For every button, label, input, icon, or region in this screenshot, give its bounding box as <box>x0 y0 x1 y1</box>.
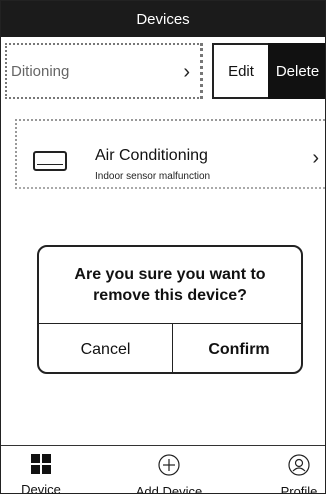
device-name: Air Conditioning <box>95 147 208 164</box>
edit-button[interactable]: Edit <box>212 43 268 99</box>
cancel-button[interactable]: Cancel <box>39 324 172 372</box>
chevron-right-icon: › <box>312 147 319 169</box>
dialog-message: Are you sure you want to remove this dev… <box>74 266 266 304</box>
grid-icon <box>31 454 51 474</box>
device-row-swiped[interactable]: Ditioning › <box>5 43 203 99</box>
nav-item-add-device[interactable]: Add Device <box>129 446 209 494</box>
device-row[interactable]: Air Conditioning Indoor sensor malfuncti… <box>15 119 325 189</box>
bottom-nav: Device Add Device Profile <box>1 445 325 494</box>
nav-item-device[interactable]: Device <box>11 446 71 494</box>
swiped-device-row: Ditioning › Edit Delete <box>1 43 325 99</box>
chevron-right-icon: › <box>183 61 190 83</box>
profile-icon <box>288 454 310 476</box>
add-circle-icon <box>158 454 180 476</box>
air-conditioner-icon <box>33 151 67 171</box>
page-title: Devices <box>136 10 190 28</box>
confirm-remove-dialog: Are you sure you want to remove this dev… <box>37 245 303 374</box>
nav-item-profile[interactable]: Profile <box>271 446 325 494</box>
device-row-label: Ditioning <box>11 62 70 80</box>
nav-label-profile: Profile <box>280 484 318 494</box>
device-status: Indoor sensor malfunction <box>95 171 211 182</box>
nav-label-device: Device <box>21 482 61 494</box>
confirm-button[interactable]: Confirm <box>173 324 301 372</box>
title-bar: Devices <box>1 1 325 37</box>
device-screen: Devices Ditioning › Edit Delete Air Cond… <box>0 0 326 494</box>
nav-label-add-device: Add Device <box>135 484 203 494</box>
delete-button[interactable]: Delete <box>268 43 325 99</box>
